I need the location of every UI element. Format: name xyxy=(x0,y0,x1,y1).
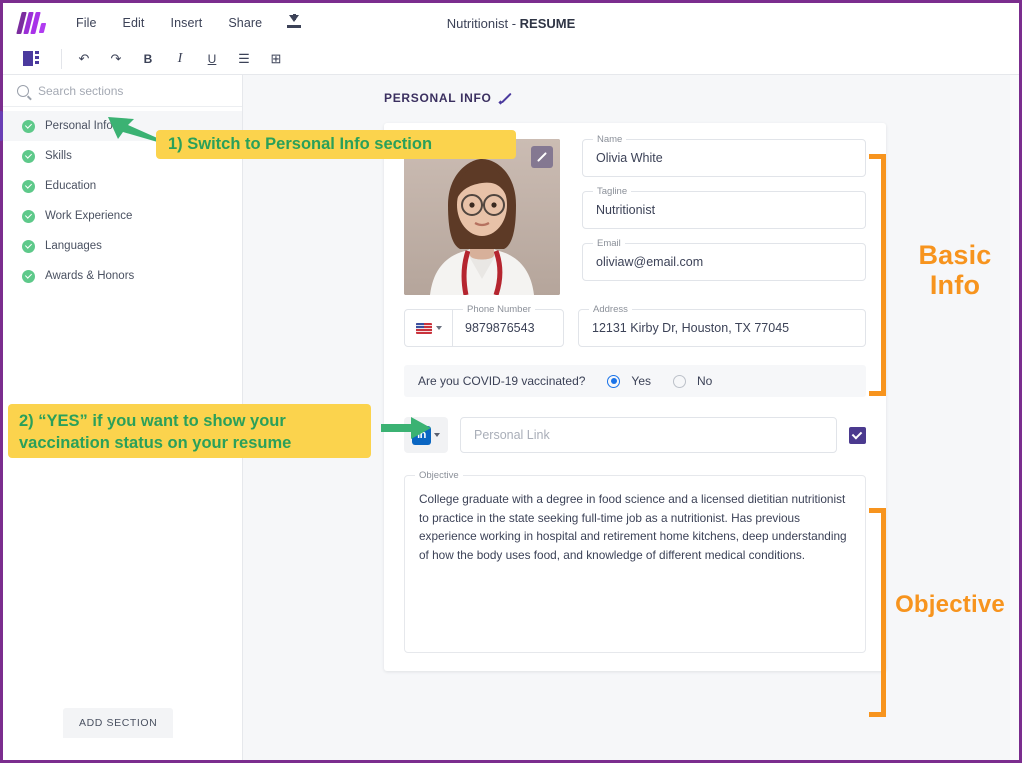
menu-item-file[interactable]: File xyxy=(63,16,110,30)
vaccination-radio-no[interactable] xyxy=(673,374,686,388)
search-input[interactable]: Search sections xyxy=(38,84,123,98)
panel-toggle-icon[interactable] xyxy=(23,51,41,66)
download-icon[interactable] xyxy=(285,14,303,32)
undo-button[interactable]: ↶ xyxy=(71,47,97,71)
bullet-list-button[interactable]: ☰ xyxy=(231,47,257,71)
check-circle-icon xyxy=(22,149,35,163)
address-field-value: 12131 Kirby Dr, Houston, TX 77045 xyxy=(592,321,790,335)
email-field-value: oliviaw@email.com xyxy=(596,255,704,269)
sidebar-item-label: Personal Info xyxy=(45,120,113,132)
objective-field-value: College graduate with a degree in food s… xyxy=(419,492,847,562)
bracket-basic-info xyxy=(869,154,886,396)
vaccination-radio-yes[interactable] xyxy=(607,374,621,388)
vaccination-row: Are you COVID-19 vaccinated? Yes No xyxy=(404,365,866,397)
personal-link-input[interactable]: Personal Link xyxy=(460,417,837,453)
address-field[interactable]: Address 12131 Kirby Dr, Houston, TX 7704… xyxy=(578,304,866,347)
annotation-callout-2: 2) “YES” if you want to show your vaccin… xyxy=(8,404,371,458)
section-heading-row: PERSONAL INFO xyxy=(243,75,1019,113)
photo-and-basic-fields: Name Olivia White Tagline Nutritionist E… xyxy=(404,134,866,295)
search-sections-row[interactable]: Search sections xyxy=(3,75,242,107)
sidebar-item-label: Education xyxy=(45,180,97,192)
menu-bar: File Edit Insert Share Nutritionist - RE… xyxy=(3,3,1019,43)
document-title-suffix: RESUME xyxy=(519,15,576,31)
search-icon xyxy=(17,84,29,97)
redo-button[interactable]: ↷ xyxy=(103,47,129,71)
menu-item-share[interactable]: Share xyxy=(215,16,275,30)
name-field-value: Olivia White xyxy=(596,151,663,165)
vertical-scrollbar[interactable] xyxy=(1010,75,1019,760)
annotation-callout-2-line2: vaccination status on your resume xyxy=(19,434,292,453)
menu-item-edit[interactable]: Edit xyxy=(110,16,158,30)
basic-fields: Name Olivia White Tagline Nutritionist E… xyxy=(582,134,866,295)
bracket-label-objective: Objective xyxy=(895,591,1005,618)
menu-item-insert[interactable]: Insert xyxy=(158,16,216,30)
personal-info-card: Name Olivia White Tagline Nutritionist E… xyxy=(384,123,886,671)
bracket-label-basic-info-line2: Info xyxy=(929,270,981,301)
check-circle-icon xyxy=(22,119,35,133)
sidebar-item-label: Work Experience xyxy=(45,210,133,222)
annotation-callout-2-line1: 2) “YES” if you want to show your xyxy=(19,412,286,430)
tagline-field-label: Tagline xyxy=(593,186,632,197)
us-flag-icon xyxy=(415,322,432,334)
document-title-prefix: Nutritionist - xyxy=(446,15,520,31)
add-section-button[interactable]: ADD SECTION xyxy=(63,708,174,738)
annotation-arrow-2 xyxy=(381,417,431,439)
bracket-label-basic-info: Basic Info xyxy=(892,240,1018,300)
vaccination-radio-no-label: No xyxy=(697,374,713,388)
sidebar-item-languages[interactable]: Languages xyxy=(3,231,242,261)
sidebar-item-education[interactable]: Education xyxy=(3,171,242,201)
personal-link-checkbox[interactable] xyxy=(849,426,866,444)
check-circle-icon xyxy=(22,269,35,283)
name-field[interactable]: Name Olivia White xyxy=(582,134,866,177)
country-selector[interactable] xyxy=(405,310,453,346)
profile-photo[interactable] xyxy=(404,139,560,295)
tagline-field[interactable]: Tagline Nutritionist xyxy=(582,186,866,229)
sidebar-item-label: Awards & Honors xyxy=(45,270,135,282)
pencil-icon[interactable] xyxy=(499,92,512,105)
personal-link-row: in Personal Link xyxy=(404,417,866,453)
phone-field-value: 9879876543 xyxy=(465,321,535,335)
edit-photo-button[interactable] xyxy=(531,146,553,168)
phone-address-row: Phone Number 9879876543 Address 12131 Ki… xyxy=(404,304,866,347)
phone-field[interactable]: Phone Number 9879876543 xyxy=(404,304,564,347)
insert-block-button[interactable]: ⊞ xyxy=(263,47,289,71)
objective-field-label: Objective xyxy=(415,470,463,481)
bold-button[interactable]: B xyxy=(135,47,161,71)
add-section-wrapper: ADD SECTION xyxy=(3,708,242,760)
vaccination-radio-yes-label: Yes xyxy=(631,374,651,388)
kickresume-logo[interactable] xyxy=(16,12,47,34)
sidebar-item-work-experience[interactable]: Work Experience xyxy=(3,201,242,231)
chevron-down-icon xyxy=(434,433,440,437)
tagline-field-value: Nutritionist xyxy=(596,203,656,217)
bracket-label-basic-info-line1: Basic xyxy=(918,240,992,270)
check-circle-icon xyxy=(22,179,35,193)
format-toolbar: ↶ ↷ B I U ☰ ⊞ xyxy=(3,43,1019,75)
phone-field-label: Phone Number xyxy=(463,304,535,315)
email-field-label: Email xyxy=(593,238,625,249)
toolbar-divider xyxy=(61,48,62,69)
objective-field[interactable]: Objective College graduate with a degree… xyxy=(404,470,866,653)
underline-button[interactable]: U xyxy=(199,47,225,71)
sidebar-item-label: Languages xyxy=(45,240,102,252)
annotation-callout-1: 1) Switch to Personal Info section xyxy=(156,130,516,159)
chevron-down-icon xyxy=(435,326,442,330)
check-circle-icon xyxy=(22,239,35,253)
vaccination-question: Are you COVID-19 vaccinated? xyxy=(418,374,586,388)
address-field-label: Address xyxy=(589,304,632,315)
name-field-label: Name xyxy=(593,134,627,145)
italic-button[interactable]: I xyxy=(167,47,193,71)
sidebar-item-label: Skills xyxy=(45,150,72,162)
email-field[interactable]: Email oliviaw@email.com xyxy=(582,238,866,281)
page-title: PERSONAL INFO xyxy=(384,91,492,105)
sidebar-item-awards-honors[interactable]: Awards & Honors xyxy=(3,261,242,291)
check-circle-icon xyxy=(22,209,35,223)
